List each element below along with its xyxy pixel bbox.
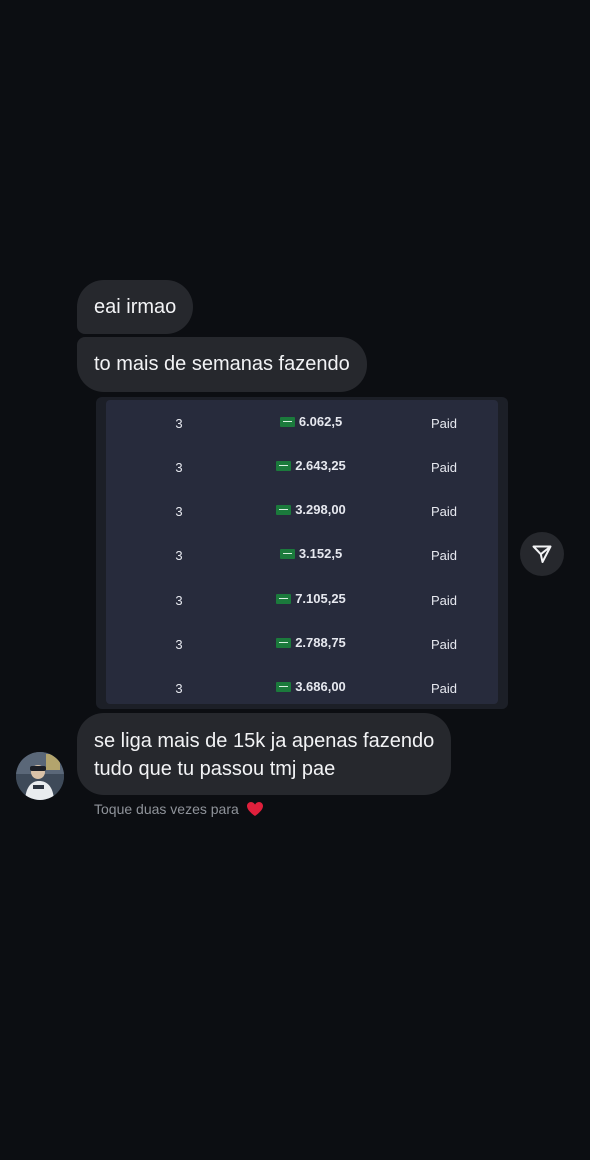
row-quantity: 3 [175, 548, 183, 563]
row-amount: 7.105,25 [226, 591, 396, 606]
red-heart-icon [246, 802, 263, 816]
amount-value: 3.686,00 [295, 679, 346, 694]
row-status: Paid [430, 548, 458, 563]
message-bubble[interactable]: eai irmao [77, 280, 194, 334]
row-quantity: 3 [175, 681, 183, 696]
row-amount: 3.298,00 [226, 502, 396, 517]
row-quantity: 3 [175, 460, 183, 475]
saudi-flag-icon [276, 638, 292, 648]
table-row: 3 3.686,00 Paid [106, 667, 498, 709]
row-quantity: 3 [175, 504, 183, 519]
table-row: 3 7.105,25 Paid [106, 579, 498, 623]
row-quantity: 3 [175, 637, 183, 652]
saudi-flag-icon [279, 417, 295, 427]
amount-value: 7.105,25 [295, 591, 346, 606]
row-quantity: 3 [175, 416, 183, 431]
send-arrow-icon [532, 545, 552, 563]
amount-value: 2.788,75 [295, 635, 346, 650]
row-quantity: 3 [175, 593, 183, 608]
row-amount: 6.062,5 [226, 414, 396, 429]
reaction-hint-text: Toque duas vezes para [94, 801, 239, 817]
reaction-hint: Toque duas vezes para [94, 801, 264, 817]
message-text-line: se liga mais de 15k ja apenas fazendo [94, 730, 435, 752]
chat-screen: eai irmao to mais de semanas fazendo 3 6… [0, 0, 590, 1160]
shared-screenshot[interactable]: 3 6.062,5 Paid 3 2.643,25 Paid 3 3.298,0… [96, 397, 508, 709]
payments-table: 3 6.062,5 Paid 3 2.643,25 Paid 3 3.298,0… [106, 400, 498, 704]
table-row: 3 2.788,75 Paid [106, 623, 498, 667]
row-amount: 2.643,25 [226, 458, 396, 473]
share-button[interactable] [520, 532, 564, 576]
table-row: 3 3.152,5 Paid [106, 534, 498, 578]
row-status: Paid [430, 681, 458, 696]
message-text: to mais de semanas fazendo [94, 353, 350, 375]
saudi-flag-icon [279, 549, 295, 559]
message-text: eai irmao [94, 296, 177, 318]
message-bubble[interactable]: se liga mais de 15k ja apenas fazendo tu… [77, 713, 452, 795]
message-text-line: tudo que tu passou tmj pae [94, 758, 336, 780]
amount-value: 3.298,00 [295, 502, 346, 517]
row-status: Paid [430, 637, 458, 652]
row-amount: 3.686,00 [226, 679, 396, 694]
amount-value: 2.643,25 [295, 458, 346, 473]
amount-value: 6.062,5 [298, 414, 343, 429]
saudi-flag-icon [276, 461, 292, 471]
avatar-image [16, 752, 64, 800]
saudi-flag-icon [276, 505, 292, 515]
contact-avatar[interactable] [16, 752, 64, 800]
saudi-flag-icon [276, 682, 292, 692]
table-row: 3 6.062,5 Paid [106, 402, 498, 446]
row-status: Paid [430, 460, 458, 475]
amount-value: 3.152,5 [298, 546, 343, 561]
saudi-flag-icon [276, 594, 292, 604]
row-status: Paid [430, 504, 458, 519]
row-amount: 2.788,75 [226, 635, 396, 650]
message-bubble[interactable]: to mais de semanas fazendo [77, 337, 367, 392]
table-row: 3 2.643,25 Paid [106, 446, 498, 490]
row-status: Paid [430, 416, 458, 431]
row-amount: 3.152,5 [226, 546, 396, 561]
row-status: Paid [430, 593, 458, 608]
table-row: 3 3.298,00 Paid [106, 490, 498, 534]
